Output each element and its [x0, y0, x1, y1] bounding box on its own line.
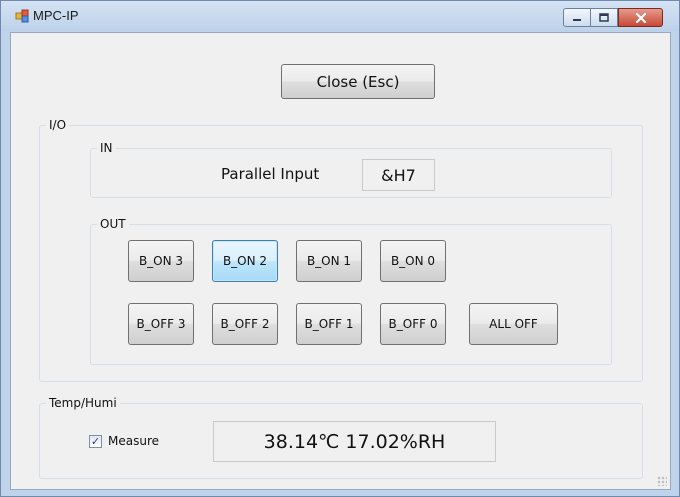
parallel-input-label: Parallel Input: [221, 165, 320, 183]
in-group: IN Parallel Input &H7: [90, 141, 612, 198]
close-icon: [635, 12, 646, 23]
b-off-0-button[interactable]: B_OFF 0: [380, 303, 446, 345]
b-on-1-button[interactable]: B_ON 1: [296, 240, 362, 282]
maximize-button[interactable]: [591, 8, 618, 27]
b-off-2-button[interactable]: B_OFF 2: [212, 303, 278, 345]
maximize-icon: [599, 13, 609, 22]
application-window: MPC-IP Close (Esc) I/O IN Parallel Input: [0, 0, 680, 497]
close-button[interactable]: Close (Esc): [281, 64, 435, 99]
io-group: I/O IN Parallel Input &H7 OUT B_ON 3 B_O…: [39, 118, 643, 382]
minimize-button[interactable]: [563, 8, 591, 27]
all-off-button[interactable]: ALL OFF: [469, 303, 558, 345]
resize-grip-icon[interactable]: [657, 476, 667, 486]
temp-humi-reading: 38.14℃ 17.02%RH: [213, 421, 496, 462]
title-bar[interactable]: MPC-IP: [1, 1, 679, 31]
measure-checkbox[interactable]: ✓ Measure: [89, 431, 159, 451]
b-on-0-button[interactable]: B_ON 0: [380, 240, 446, 282]
b-off-3-button[interactable]: B_OFF 3: [128, 303, 194, 345]
checkbox-checked-icon[interactable]: ✓: [89, 434, 102, 448]
minimize-icon: [573, 18, 581, 21]
io-group-label: I/O: [46, 118, 70, 132]
b-off-1-button[interactable]: B_OFF 1: [296, 303, 362, 345]
close-window-button[interactable]: [618, 8, 663, 27]
measure-label: Measure: [108, 434, 159, 448]
temp-humi-group-label: Temp/Humi: [46, 396, 120, 410]
b-on-2-button[interactable]: B_ON 2: [212, 240, 278, 282]
window-title: MPC-IP: [33, 8, 79, 23]
out-group-label: OUT: [97, 217, 129, 231]
parallel-input-value: &H7: [362, 159, 435, 191]
b-on-3-button[interactable]: B_ON 3: [128, 240, 194, 282]
in-group-label: IN: [97, 141, 116, 155]
client-area: Close (Esc) I/O IN Parallel Input &H7 OU…: [10, 32, 671, 490]
out-group: OUT B_ON 3 B_ON 2 B_ON 1 B_ON 0 B_OFF 3 …: [90, 217, 612, 365]
app-window-icon: [15, 9, 29, 23]
